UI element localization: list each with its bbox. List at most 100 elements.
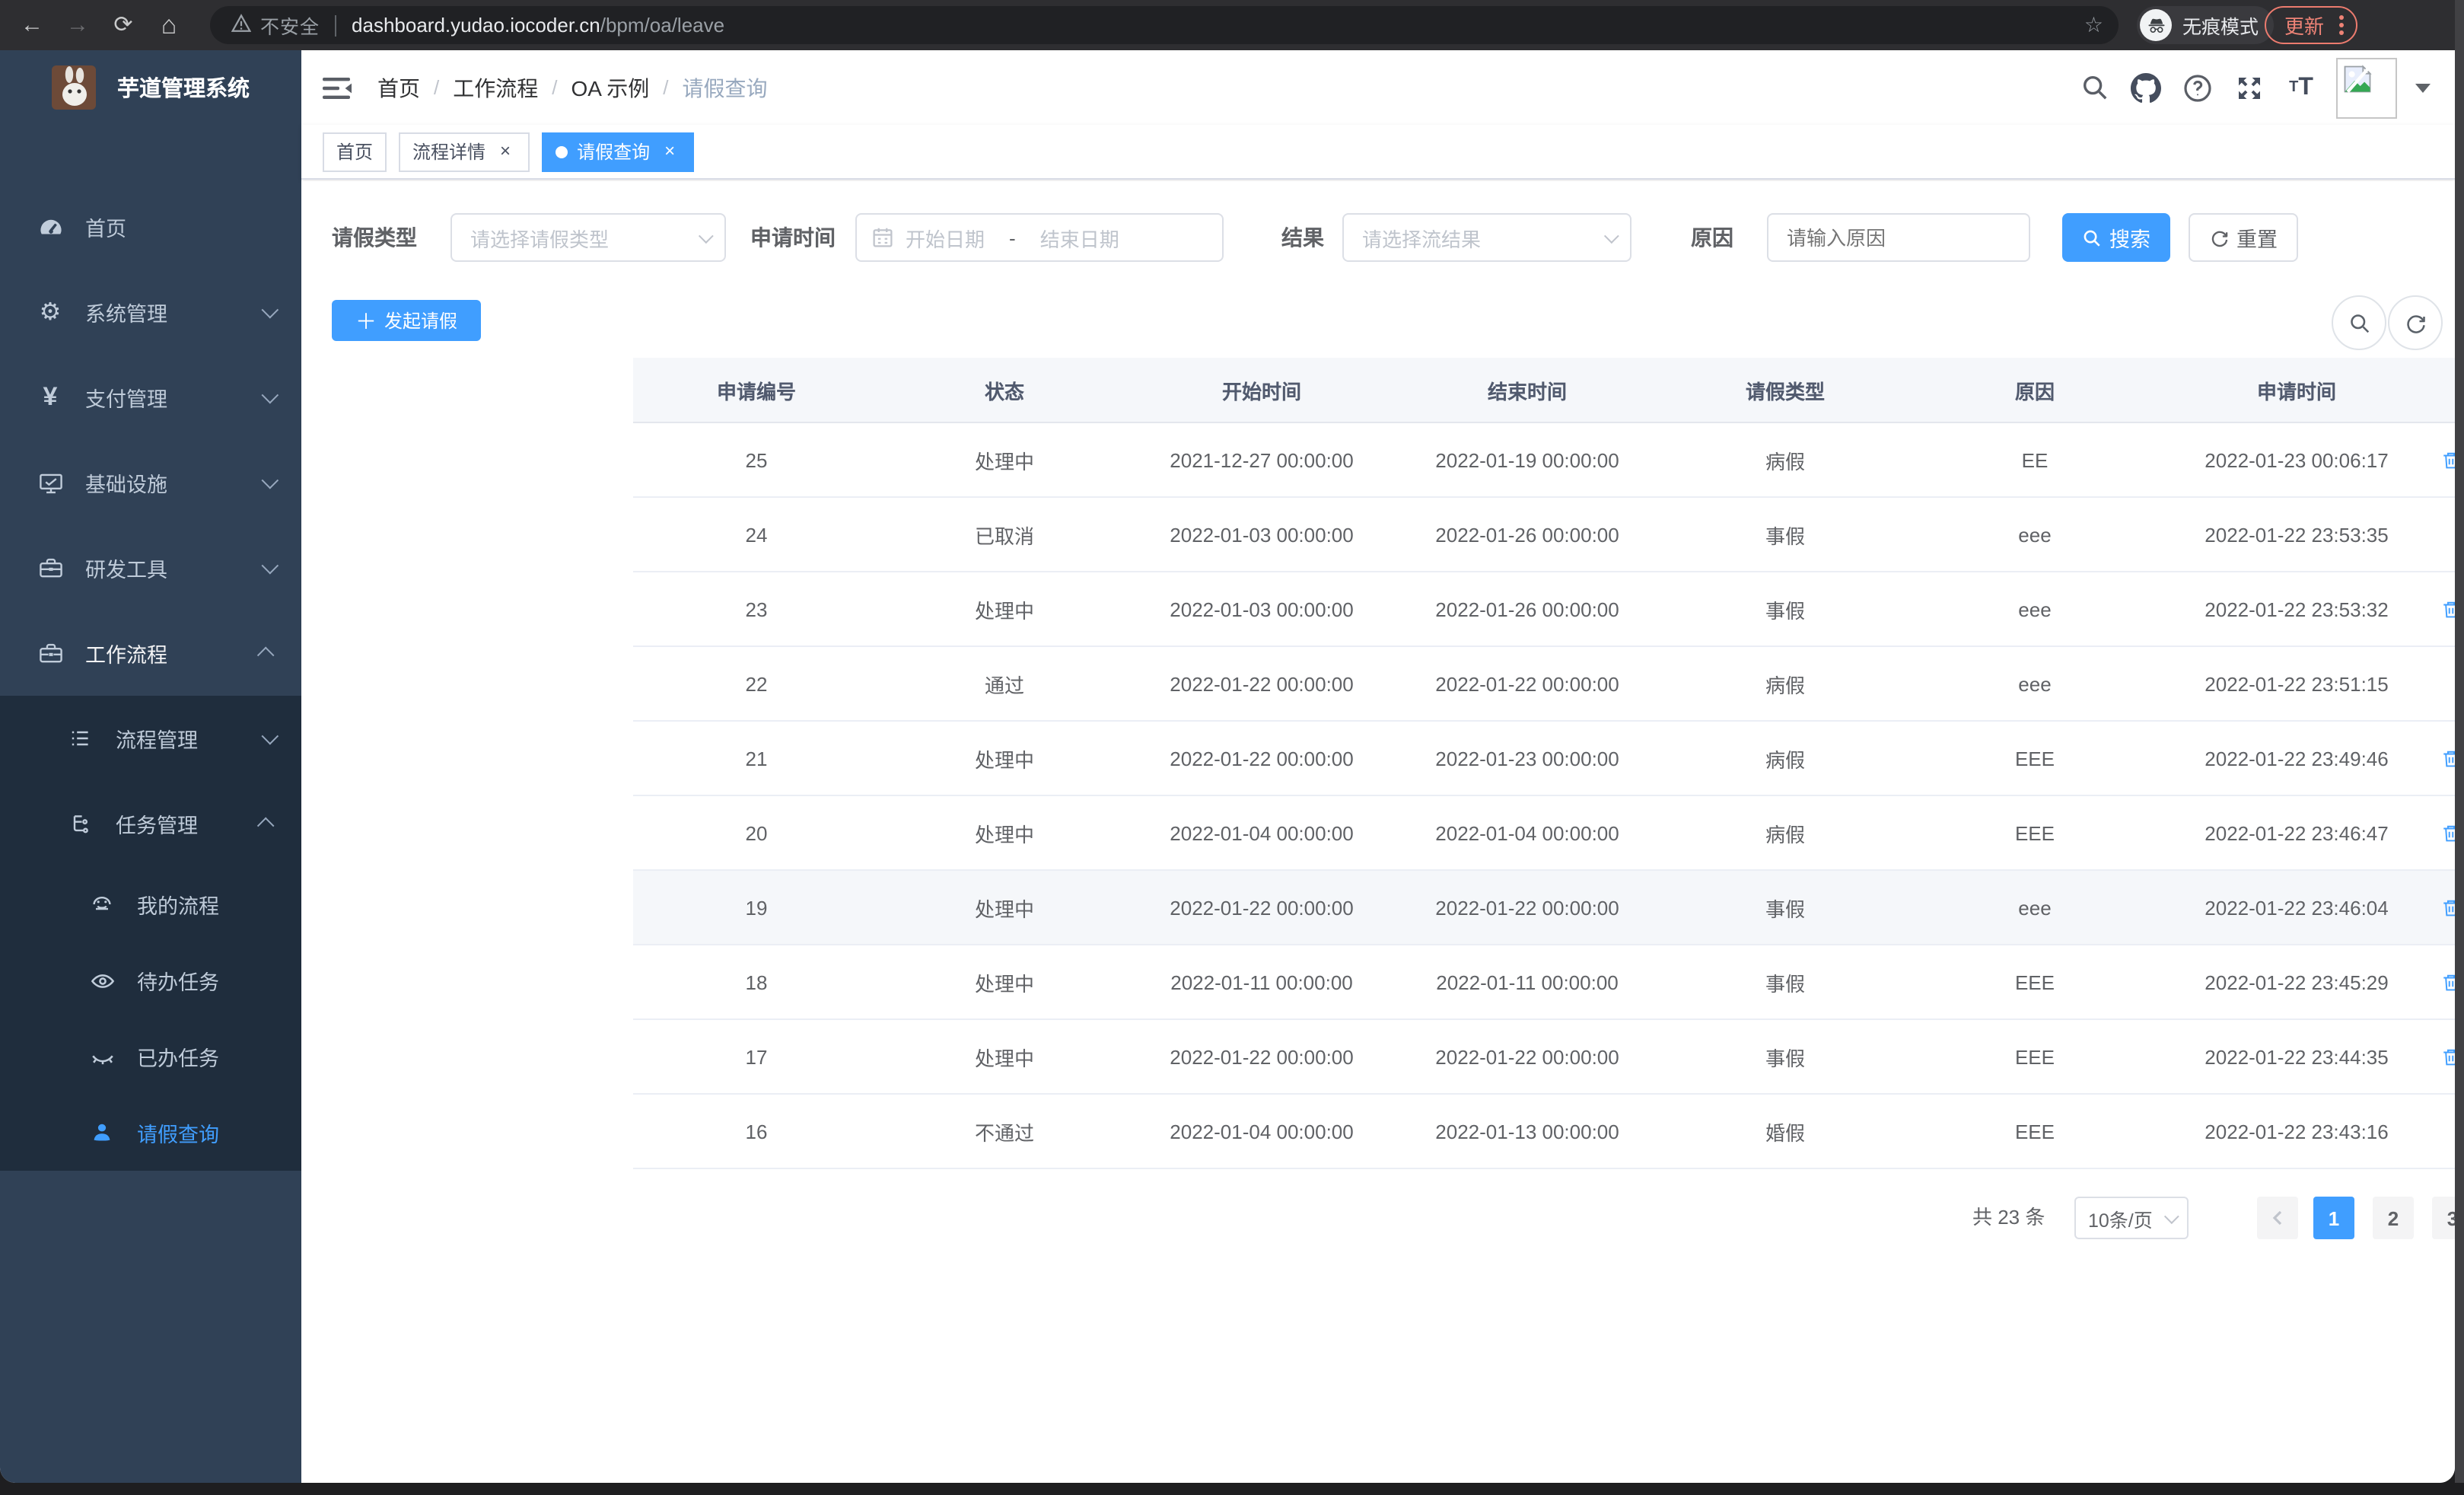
sidebar-item-system[interactable]: ⚙ 系统管理 — [0, 269, 301, 355]
close-icon[interactable]: × — [659, 140, 680, 162]
breadcrumb-separator: / — [434, 76, 440, 99]
leave-type-select[interactable]: 请选择请假类型 — [450, 213, 726, 262]
security-label: 不安全 — [260, 17, 320, 38]
page-size-select[interactable]: 10条/页 — [2074, 1197, 2189, 1239]
tab-home[interactable]: 首页 — [323, 132, 387, 171]
table-cell: 2022-01-19 00:00:00 — [1435, 448, 1619, 471]
row-actions: 详情审批进度 — [2434, 498, 2455, 571]
fullscreen-icon[interactable] — [2224, 72, 2275, 103]
reason-input[interactable] — [1787, 226, 2000, 249]
sidebar-item-leave-query[interactable]: 请假查询 — [0, 1095, 301, 1171]
end-date-placeholder: 结束日期 — [1039, 228, 1119, 250]
table-body: 25 处理中 2021-12-27 00:00:00 2022-01-19 00:00… — [633, 423, 2455, 1169]
column-header: 开始时间 — [1221, 380, 1301, 403]
column-header: 申请时间 — [2256, 380, 2336, 403]
total-count: 共 23 条 — [1972, 1206, 2045, 1229]
cancel-action-link[interactable]: 取消请假 — [2442, 744, 2455, 773]
reset-button[interactable]: 重置 — [2189, 213, 2298, 262]
table-cell: eee — [2018, 896, 2052, 919]
sidebar-item-done-tasks[interactable]: 已办任务 — [0, 1018, 301, 1095]
eye-closed-icon — [88, 1043, 116, 1070]
eye-open-icon — [88, 967, 116, 994]
update-button[interactable]: 更新 — [2265, 6, 2358, 44]
table-cell: 处理中 — [974, 748, 1034, 771]
sidebar-item-home[interactable]: 首页 — [0, 184, 301, 269]
home-icon[interactable]: ⌂ — [146, 0, 192, 50]
table-cell: 事假 — [1765, 972, 1805, 995]
close-icon[interactable]: × — [495, 140, 516, 162]
table-cell: eee — [2018, 523, 2052, 546]
cancel-action-link[interactable]: 取消请假 — [2442, 967, 2455, 996]
table-row: 25 处理中 2021-12-27 00:00:00 2022-01-19 00:00… — [633, 423, 2455, 498]
table-cell: 2022-01-22 00:00:00 — [1170, 672, 1354, 695]
breadcrumb: 首页 / 工作流程 / OA 示例 / 请假查询 — [377, 72, 767, 103]
table-row: 23 处理中 2022-01-03 00:00:00 2022-01-26 00:00… — [633, 572, 2455, 647]
sidebar-fold-icon[interactable] — [323, 75, 353, 100]
back-icon[interactable]: ← — [9, 0, 55, 50]
breadcrumb-item[interactable]: 首页 — [377, 72, 420, 103]
cancel-action-link[interactable]: 取消请假 — [2442, 594, 2455, 623]
prev-page-button[interactable] — [2257, 1197, 2298, 1239]
browser-window: ← → ⟳ ⌂ 不安全 dashboard.yudao.iocoder.cn/b… — [0, 0, 2455, 1483]
apply-time-range-picker[interactable]: 开始日期 - 结束日期 — [855, 213, 1224, 262]
address-bar[interactable]: 不安全 dashboard.yudao.iocoder.cn/bpm/oa/le… — [210, 6, 2119, 44]
forward-icon[interactable]: → — [55, 0, 100, 50]
result-select[interactable]: 请选择流结果 — [1342, 213, 1632, 262]
user-icon — [88, 1119, 116, 1146]
sidebar-item-infra[interactable]: 基础设施 — [0, 440, 301, 525]
bookmark-star-icon[interactable]: ☆ — [2084, 12, 2103, 38]
tab-leave-query[interactable]: 请假查询 × — [542, 132, 695, 171]
cancel-action-link[interactable]: 取消请假 — [2442, 445, 2455, 474]
table-cell: 23 — [745, 598, 768, 620]
table-cell: 处理中 — [974, 823, 1034, 846]
yen-icon: ¥ — [43, 382, 58, 411]
cancel-action-link[interactable]: 取消请假 — [2442, 1042, 2455, 1071]
table-cell: 24 — [745, 523, 768, 546]
table-cell: 2022-01-11 00:00:00 — [1436, 971, 1619, 993]
breadcrumb-item[interactable]: OA 示例 — [571, 72, 650, 103]
table-cell: 2022-01-26 00:00:00 — [1435, 523, 1619, 546]
table-cell: 2022-01-22 23:53:35 — [2205, 523, 2389, 546]
cancel-action-link[interactable]: 取消请假 — [2442, 818, 2455, 847]
reload-icon[interactable]: ⟳ — [100, 0, 146, 50]
chevron-up-icon — [256, 817, 275, 835]
table-row: 17 处理中 2022-01-22 00:00:00 2022-01-22 00:00… — [633, 1020, 2455, 1095]
breadcrumb-item[interactable]: 工作流程 — [453, 72, 538, 103]
help-icon[interactable] — [2172, 72, 2224, 103]
sidebar-item-payment[interactable]: ¥ 支付管理 — [0, 355, 301, 440]
tab-process-detail[interactable]: 流程详情 × — [399, 132, 530, 171]
sidebar-item-label: 已办任务 — [137, 1047, 219, 1070]
dropdown-caret-icon[interactable] — [2415, 83, 2431, 92]
sidebar-item-my-process[interactable]: 我的流程 — [0, 866, 301, 942]
page-button-3[interactable]: 3 — [2432, 1197, 2455, 1239]
avatar[interactable] — [2336, 57, 2397, 118]
chevron-down-icon — [698, 228, 714, 244]
browser-menu-icon[interactable] — [2339, 15, 2345, 35]
create-leave-button[interactable]: ＋ 发起请假 — [332, 300, 481, 341]
github-icon[interactable] — [2120, 72, 2172, 103]
page-button-1[interactable]: 1 — [2313, 1197, 2354, 1239]
cancel-action-link[interactable]: 取消请假 — [2442, 893, 2455, 922]
toggle-search-button[interactable] — [2332, 295, 2386, 350]
sidebar-item-devtools[interactable]: 研发工具 — [0, 525, 301, 610]
page-button-2[interactable]: 2 — [2373, 1197, 2414, 1239]
search-icon[interactable] — [2068, 73, 2120, 102]
result-label: 结果 — [1281, 225, 1324, 250]
sidebar-item-workflow[interactable]: 工作流程 — [0, 610, 301, 696]
range-separator: - — [1009, 226, 1016, 249]
chevron-down-icon — [261, 727, 279, 745]
delete-icon — [2444, 824, 2455, 841]
search-button[interactable]: 搜索 — [2062, 213, 2170, 262]
sidebar-item-task-mgmt[interactable]: 任务管理 — [0, 781, 301, 866]
gear-icon: ⚙ — [39, 300, 62, 326]
sidebar-item-label: 基础设施 — [85, 473, 167, 496]
table-cell: 2022-01-22 00:00:00 — [1435, 1045, 1619, 1068]
sidebar-item-todo-tasks[interactable]: 待办任务 — [0, 942, 301, 1018]
chevron-down-icon — [261, 556, 279, 575]
url-path: /bpm/oa/leave — [600, 14, 725, 37]
sidebar-item-label: 研发工具 — [85, 559, 167, 582]
font-size-icon[interactable]: TT — [2275, 74, 2327, 101]
refresh-table-button[interactable] — [2388, 295, 2443, 350]
main-content: 请假类型 请选择请假类型 申请时间 开始日期 - 结束日期 结果 请选择流结果 … — [301, 181, 2455, 1483]
sidebar-item-process-mgmt[interactable]: 流程管理 — [0, 696, 301, 781]
